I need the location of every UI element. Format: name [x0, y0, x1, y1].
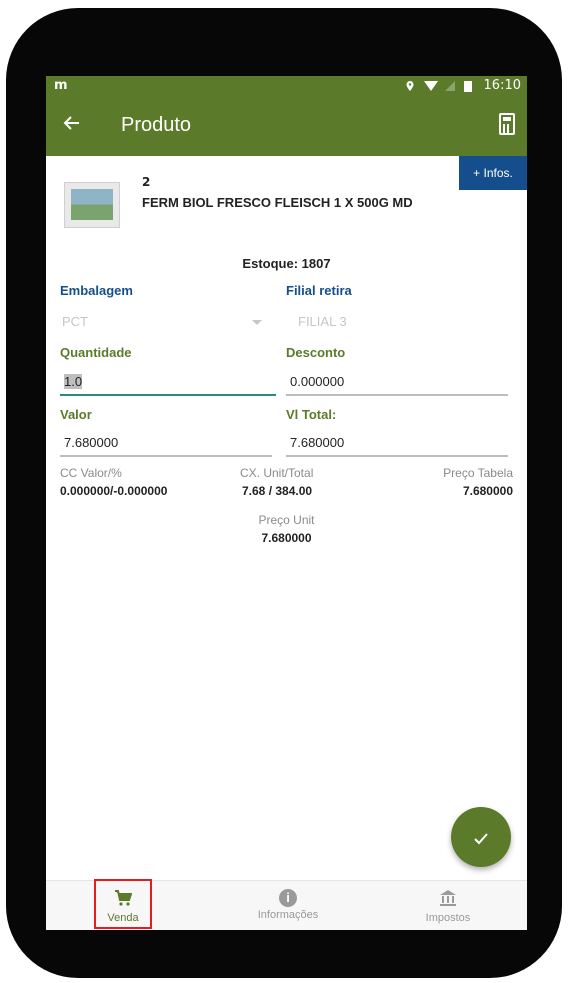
bank-icon [408, 889, 488, 910]
info-icon: i [279, 889, 297, 907]
calculator-icon[interactable] [499, 113, 515, 135]
tab-impostos-label: Impostos [425, 912, 471, 924]
bottom-navigation: Venda i Informações Impostos [46, 879, 527, 930]
app-bar: Produto [46, 98, 527, 156]
cx-unit-label: CX. Unit/Total [240, 466, 314, 480]
location-icon [404, 80, 416, 92]
tab-venda-label: Venda [107, 912, 139, 924]
valor-underline [60, 455, 272, 457]
desconto-input[interactable]: 0.000000 [290, 374, 344, 389]
vl-total-underline [286, 455, 508, 457]
quantidade-input[interactable]: 1.0 [64, 374, 83, 389]
product-code: 2 [142, 175, 151, 189]
chevron-down-icon[interactable] [252, 320, 262, 325]
valor-input[interactable]: 7.680000 [64, 435, 118, 450]
valor-label: Valor [60, 407, 92, 422]
product-name: FERM BIOL FRESCO FLEISCH 1 X 500G MD [142, 195, 413, 210]
more-infos-button[interactable]: + Infos. [459, 156, 527, 190]
cc-valor-value: 0.000000/-0.000000 [60, 484, 168, 498]
cart-icon [96, 889, 150, 910]
stock-label: Estoque: 1807 [242, 256, 331, 271]
wifi-icon [423, 80, 438, 92]
embalagem-label: Embalagem [60, 283, 133, 298]
arrow-left-icon[interactable] [62, 113, 82, 140]
battery-icon [463, 80, 476, 92]
preco-tabela-value: 7.680000 [462, 484, 513, 498]
screen: m 16:10 Produto + Infos. 2 FERM BIOL FRE… [46, 76, 527, 930]
tab-impostos[interactable]: Impostos [408, 881, 488, 930]
tab-informacoes[interactable]: i Informações [238, 881, 338, 930]
quantidade-label: Quantidade [60, 345, 132, 360]
signal-icon [444, 80, 456, 92]
status-bar: m 16:10 [46, 76, 527, 98]
vl-total-input[interactable]: 7.680000 [290, 435, 344, 450]
desconto-label: Desconto [286, 345, 346, 360]
checkmark-icon [472, 825, 490, 849]
embalagem-select[interactable]: PCT [62, 314, 88, 329]
product-image [64, 182, 120, 228]
tab-venda[interactable]: Venda [94, 879, 152, 929]
filial-label: Filial retira [286, 283, 352, 298]
status-time: 16:10 [483, 78, 521, 93]
cx-unit-value: 7.68 / 384.00 [242, 484, 313, 498]
quantidade-underline [60, 394, 276, 396]
preco-tabela-label: Preço Tabela [443, 466, 513, 480]
page-title: Produto [121, 114, 192, 136]
preco-unit-label: Preço Unit [258, 513, 315, 527]
vl-total-label: Vl Total: [286, 407, 337, 422]
filial-select[interactable]: FILIAL 3 [298, 314, 347, 329]
preco-unit-value: 7.680000 [261, 531, 312, 545]
status-left-text: m [54, 78, 68, 93]
tab-informacoes-label: Informações [257, 909, 319, 921]
cc-valor-label: CC Valor/% [60, 466, 122, 480]
desconto-underline [286, 394, 508, 396]
confirm-button[interactable] [451, 807, 511, 867]
